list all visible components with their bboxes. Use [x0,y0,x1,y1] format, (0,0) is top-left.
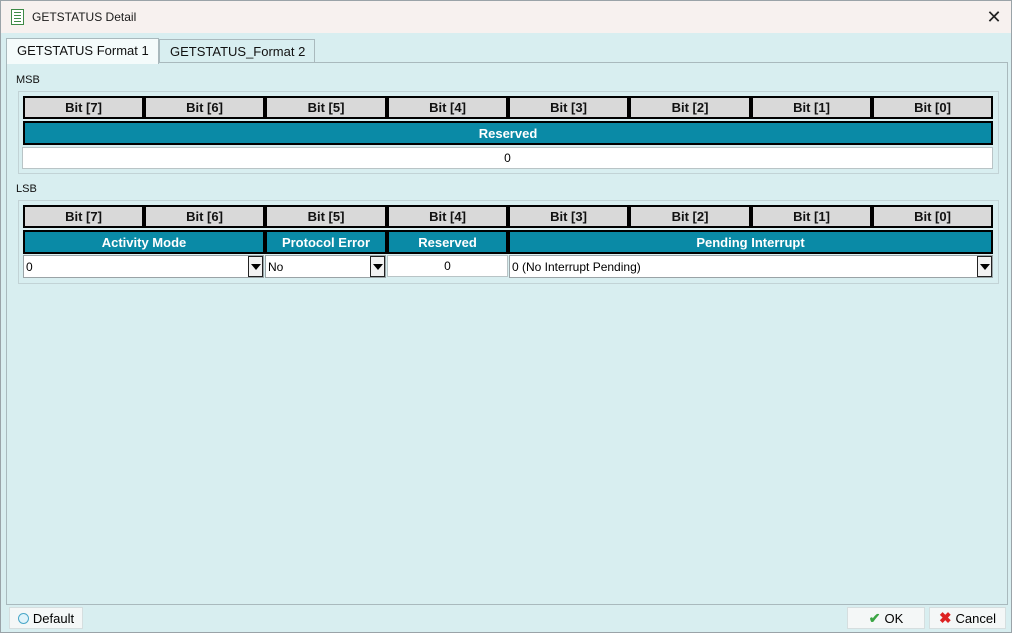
protocol-error-value: No [268,259,284,274]
msb-bit-7-header: Bit [7] [23,96,144,119]
tab-getstatus-format-2[interactable]: GETSTATUS_Format 2 [159,39,315,63]
lsb-activity-mode-field: Activity Mode [23,230,265,254]
msb-label: MSB [16,74,40,86]
msb-bit-3-header: Bit [3] [508,96,629,119]
window-title: GETSTATUS Detail [32,10,137,24]
pending-interrupt-value: 0 (No Interrupt Pending) [512,259,641,274]
close-icon: ✕ [986,6,1002,27]
lsb-bit-5-header: Bit [5] [265,205,387,228]
default-label: Default [32,610,75,626]
chevron-down-icon[interactable] [248,256,263,277]
tab-getstatus-format-1[interactable]: GETSTATUS Format 1 [6,38,159,64]
msb-bit-1-header: Bit [1] [751,96,872,119]
msb-bit-6-header: Bit [6] [144,96,265,119]
close-button[interactable]: ✕ [983,6,1005,28]
msb-bit-2-header: Bit [2] [629,96,751,119]
protocol-error-select[interactable]: No [265,255,386,278]
lsb-bit-7-header: Bit [7] [23,205,144,228]
ok-label: OK [884,610,904,626]
lsb-bit-6-header: Bit [6] [144,205,265,228]
default-button[interactable]: Default [9,607,83,629]
lsb-protocol-error-field: Protocol Error [265,230,387,254]
msb-bit-4-header: Bit [4] [387,96,508,119]
cancel-button[interactable]: ✖ Cancel [929,607,1006,629]
document-icon [11,9,24,25]
check-icon: ✔ [868,609,881,626]
activity-mode-select[interactable]: 0 [23,255,264,278]
msb-reserved-value[interactable]: 0 [22,147,993,169]
cancel-label: Cancel [955,610,997,626]
lsb-bit-3-header: Bit [3] [508,205,629,228]
msb-reserved-field: Reserved [23,121,993,145]
lsb-label: LSB [16,183,37,195]
button-bar: Default ✔ OK ✖ Cancel [1,607,1011,632]
pending-interrupt-select[interactable]: 0 (No Interrupt Pending) [509,255,993,278]
default-radio-icon [17,612,29,624]
msb-bit-0-header: Bit [0] [872,96,993,119]
lsb-reserved-value[interactable]: 0 [387,255,508,277]
lsb-reserved-field: Reserved [387,230,508,254]
tab-label: GETSTATUS_Format 2 [170,44,306,59]
lsb-pending-interrupt-field: Pending Interrupt [508,230,993,254]
tab-panel: MSB Bit [7] Bit [6] Bit [5] Bit [4] Bit … [6,62,1008,605]
tab-label: GETSTATUS Format 1 [17,43,149,58]
lsb-bit-0-header: Bit [0] [872,205,993,228]
chevron-down-icon[interactable] [370,256,385,277]
lsb-bit-2-header: Bit [2] [629,205,751,228]
chevron-down-icon[interactable] [977,256,992,277]
lsb-bit-4-header: Bit [4] [387,205,508,228]
activity-mode-value: 0 [26,259,33,274]
ok-button[interactable]: ✔ OK [847,607,925,629]
title-bar: GETSTATUS Detail ✕ [1,1,1011,33]
dialog-window: GETSTATUS Detail ✕ GETSTATUS Format 1 GE… [0,0,1012,633]
cancel-icon: ✖ [938,610,952,627]
msb-bit-5-header: Bit [5] [265,96,387,119]
lsb-bit-1-header: Bit [1] [751,205,872,228]
